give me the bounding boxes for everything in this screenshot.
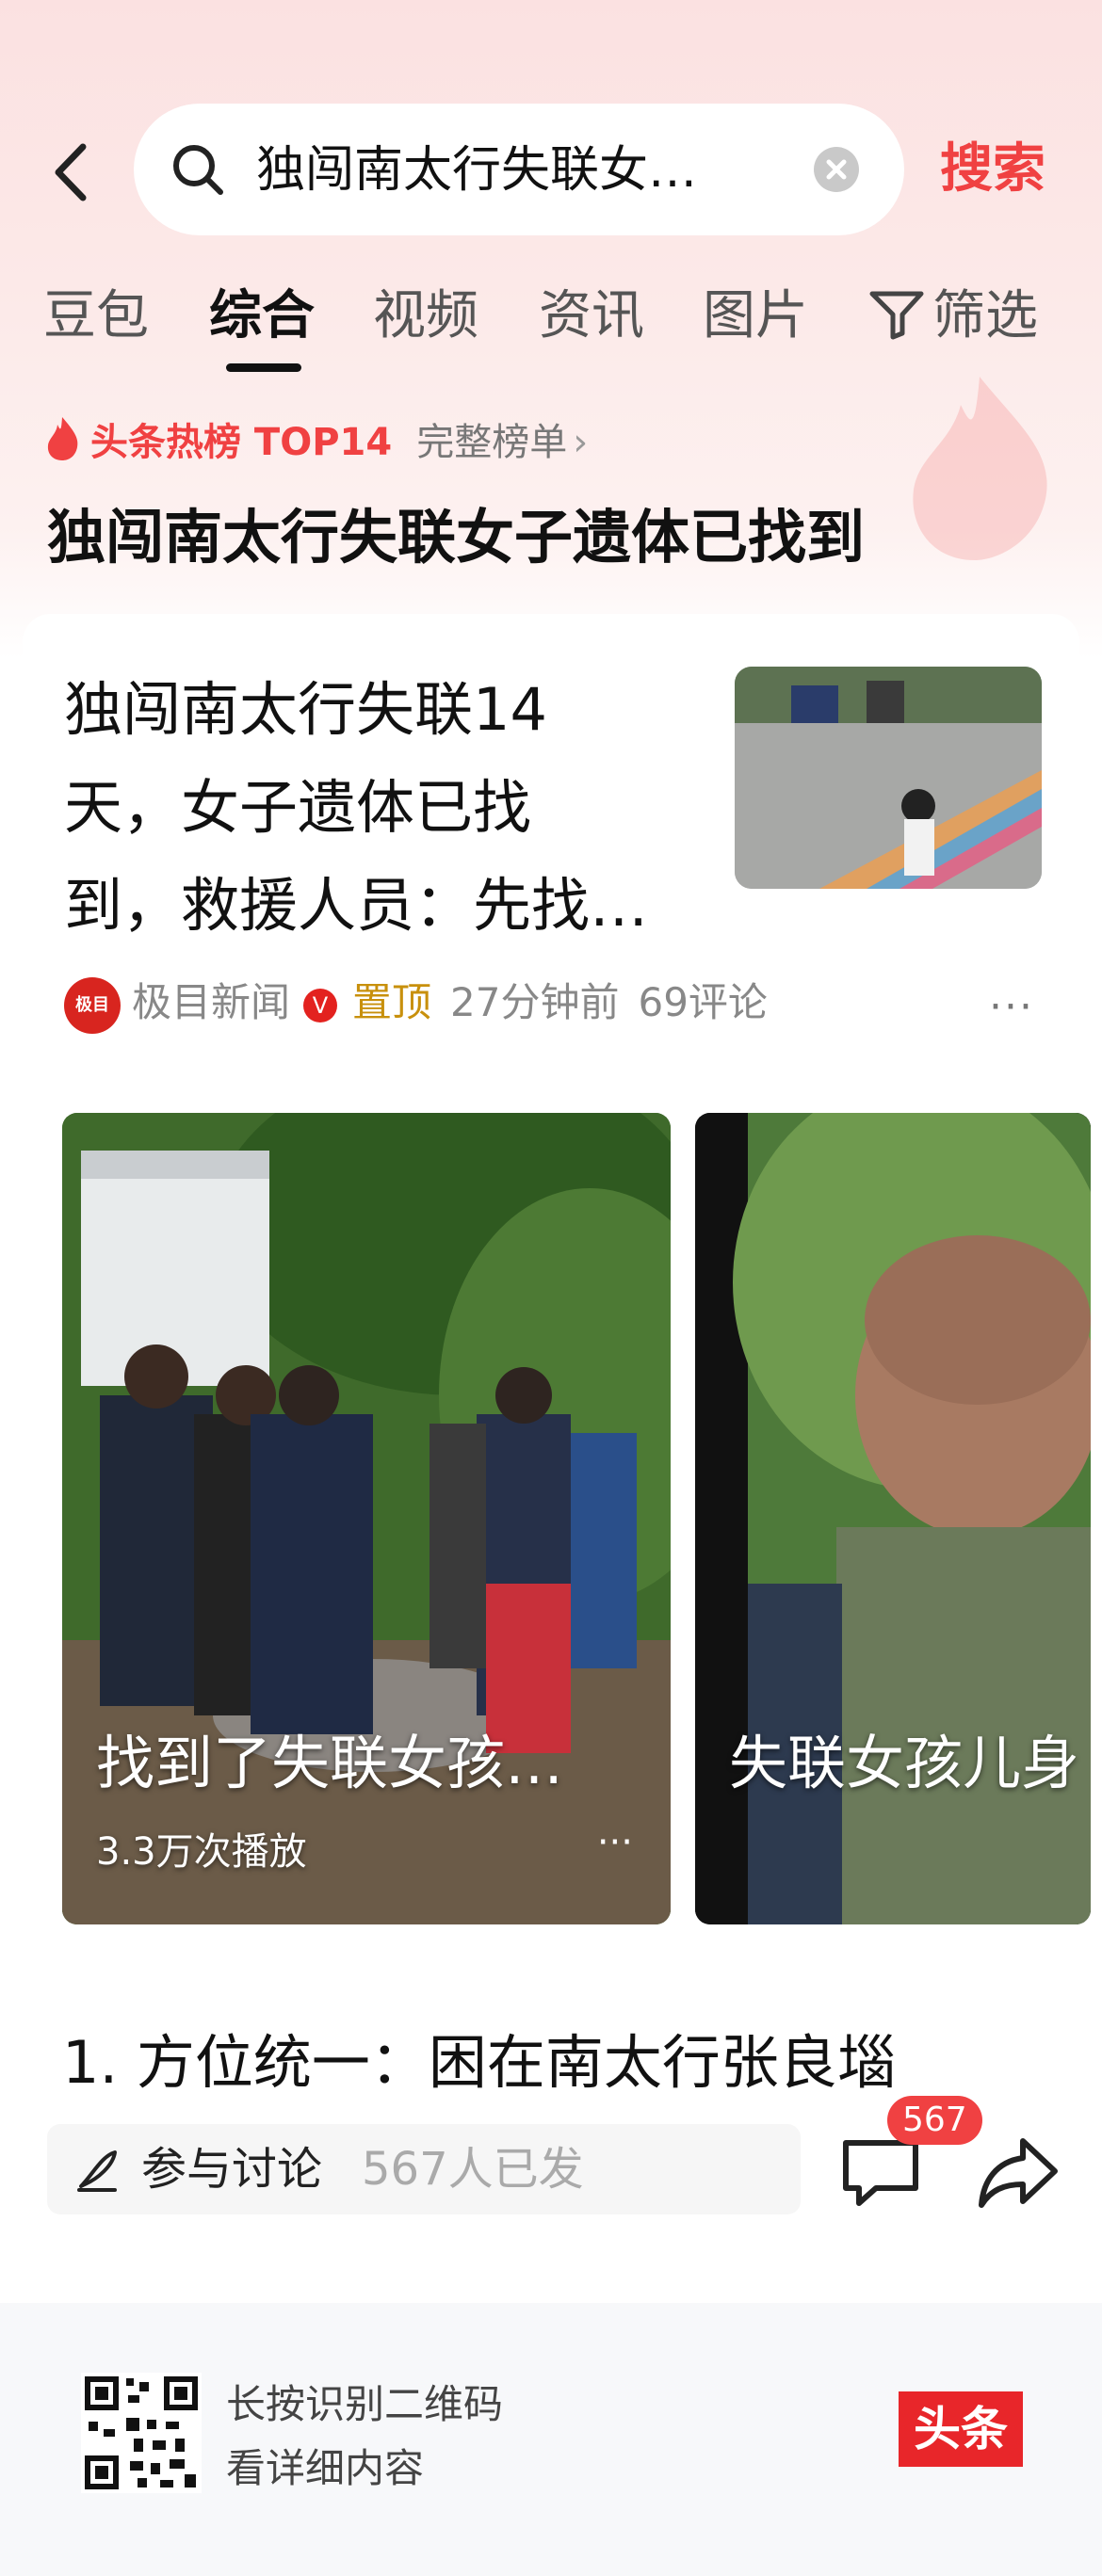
search-input[interactable]: 独闯南太行失联女…	[256, 137, 784, 203]
search-icon	[173, 145, 223, 195]
tab-filter-label: 筛选	[932, 285, 1038, 346]
source-name[interactable]: 极目新闻	[132, 979, 290, 1025]
tab-images[interactable]: 图片	[703, 279, 808, 354]
article-title-line: 天，女子遗体已找	[64, 773, 532, 842]
tab-all[interactable]: 综合	[209, 279, 315, 354]
full-list-link[interactable]: 完整榜单	[416, 421, 567, 464]
article-meta: 极目 极目新闻 V 置顶 27分钟前 69评论	[64, 970, 768, 1036]
pen-icon	[77, 2150, 117, 2192]
chevron-right-icon: ›	[573, 421, 589, 464]
search-box[interactable]: 独闯南太行失联女…	[134, 104, 904, 235]
background-flame-icon	[913, 377, 1047, 560]
source-avatar[interactable]: 极目	[64, 976, 121, 1034]
tab-video[interactable]: 视频	[373, 279, 478, 354]
video-more-icon[interactable]: ···	[597, 1821, 633, 1864]
footer-instruction: 看详细内容	[226, 2445, 425, 2491]
discussion-label: 参与讨论	[141, 2143, 323, 2196]
hot-rank-row[interactable]: 头条热榜 TOP14 完整榜单 ›	[43, 414, 588, 471]
search-button[interactable]: 搜索	[940, 136, 1045, 203]
footer: 长按识别二维码 看详细内容 头条	[0, 2303, 1102, 2576]
flame-icon	[47, 417, 78, 460]
brand-logo: 头条	[899, 2391, 1023, 2467]
article-thumbnail[interactable]	[735, 667, 1042, 889]
video-card[interactable]: 找到了失联女孩… 3.3万次播放 ···	[62, 1113, 671, 1924]
video-caption: 失联女孩儿身	[729, 1729, 1080, 1797]
tab-news[interactable]: 资讯	[539, 279, 644, 354]
video-play-count: 3.3万次播放	[96, 1830, 307, 1874]
video-card[interactable]: 失联女孩儿身	[695, 1113, 1091, 1924]
publish-time: 27分钟前	[450, 979, 620, 1025]
comment-count: 69评论	[638, 979, 768, 1025]
pinned-badge: 置顶	[352, 979, 432, 1025]
qr-code-icon[interactable]	[81, 2373, 202, 2493]
tab-doubao[interactable]: 豆包	[43, 279, 149, 354]
clear-icon[interactable]	[814, 147, 859, 192]
article-title[interactable]: 独闯南太行失联14 天，女子遗体已找 到，救援人员：先找…	[64, 661, 705, 955]
tab-filter[interactable]: 筛选	[868, 279, 1038, 354]
comment-count-badge: 567	[887, 2096, 982, 2145]
discussion-input[interactable]: 参与讨论 567人已发	[47, 2124, 801, 2214]
article-title-line: 独闯南太行失联14	[64, 675, 547, 744]
more-options-icon[interactable]: ···	[989, 983, 1034, 1031]
top-bar: 独闯南太行失联女… 搜索	[0, 104, 1102, 235]
filter-icon	[869, 291, 924, 340]
result-card: 独闯南太行失联14 天，女子遗体已找 到，救援人员：先找… 极目 极目新闻 V 置顶 2…	[23, 614, 1091, 2120]
back-arrow-icon[interactable]	[45, 139, 102, 205]
discussion-bar: 参与讨论 567人已发 567	[0, 2096, 1102, 2284]
list-item[interactable]: 1. 方位统一：困在南太行张良堖	[62, 2015, 896, 2100]
footer-instruction: 长按识别二维码	[226, 2381, 504, 2427]
video-caption: 找到了失联女孩…	[96, 1729, 564, 1797]
tab-indicator	[226, 363, 301, 372]
hot-topic-title[interactable]: 独闯南太行失联女子遗体已找到	[47, 495, 865, 580]
hot-rank-label: 头条热榜 TOP14	[90, 421, 393, 464]
article-title-line: 到，救援人员：先找…	[64, 871, 649, 940]
verified-icon: V	[303, 988, 338, 1022]
share-icon[interactable]	[976, 2135, 1061, 2211]
discussion-count: 567人已发	[362, 2143, 584, 2196]
comment-icon[interactable]	[840, 2135, 921, 2211]
